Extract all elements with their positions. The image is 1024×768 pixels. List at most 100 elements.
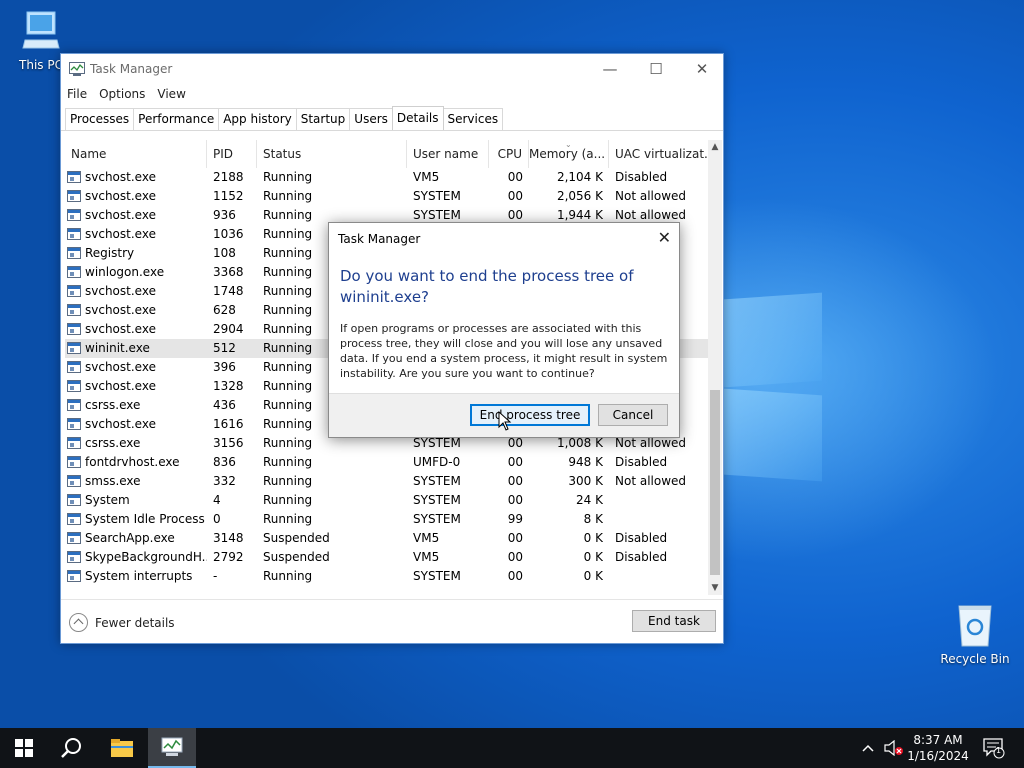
cell-user: SYSTEM [413, 189, 461, 203]
process-icon [67, 380, 81, 392]
notification-count: 1 [996, 746, 1002, 755]
process-icon [67, 361, 81, 373]
taskbar: 8:37 AM 1/16/2024 1 [0, 728, 1024, 768]
scroll-up-icon[interactable]: ▲ [708, 140, 722, 154]
cell-mem: 2,104 K [556, 170, 603, 184]
process-icon [67, 570, 81, 582]
tab-details[interactable]: Details [391, 106, 444, 130]
action-center-button[interactable]: 1 [982, 728, 1006, 768]
table-row[interactable]: System interrupts - Running SYSTEM 00 0 K [65, 567, 708, 586]
cell-uac: Disabled [615, 170, 668, 184]
table-row[interactable]: svchost.exe 2188 Running VM5 00 2,104 K Disabl… [65, 168, 708, 187]
title-bar[interactable]: Task Manager — ☐ ✕ [61, 54, 723, 84]
column-pid[interactable]: PID [207, 140, 257, 168]
cell-pid: 1748 [213, 284, 244, 298]
column-name[interactable]: Name [65, 140, 207, 168]
table-row[interactable]: SearchApp.exe 3148 Suspended VM5 00 0 K Disabl… [65, 529, 708, 548]
file-explorer-button[interactable] [98, 728, 146, 768]
menu-options[interactable]: Options [93, 84, 151, 101]
vertical-scrollbar[interactable]: ▲ ▼ [708, 140, 722, 595]
cell-pid: 3156 [213, 436, 244, 450]
process-icon [67, 532, 81, 544]
volume-button[interactable] [884, 728, 904, 768]
tab-app-history[interactable]: App history [218, 108, 297, 130]
tab-performance[interactable]: Performance [133, 108, 220, 130]
cell-name: SkypeBackgroundH... [85, 550, 207, 564]
table-row[interactable]: SkypeBackgroundH... 2792 Suspended VM5 00 0 K… [65, 548, 708, 567]
clock[interactable]: 8:37 AM 1/16/2024 [902, 732, 974, 764]
wallpaper-pane [724, 388, 822, 482]
column-uac-virtualization[interactable]: UAC virtualizat... [609, 140, 708, 168]
cell-pid: 512 [213, 341, 236, 355]
cell-pid: 332 [213, 474, 236, 488]
cell-pid: 2904 [213, 322, 244, 336]
cell-mem: 24 K [576, 493, 603, 507]
cell-cpu: 00 [507, 455, 523, 469]
cell-name: csrss.exe [85, 398, 141, 412]
cell-mem: 0 K [583, 550, 603, 564]
dialog-close-icon[interactable]: ✕ [658, 228, 671, 247]
cell-cpu: 00 [507, 189, 523, 203]
process-icon [67, 437, 81, 449]
scrollbar-thumb[interactable] [710, 390, 720, 575]
show-hidden-icons-button[interactable] [862, 728, 874, 768]
table-row[interactable]: svchost.exe 1152 Running SYSTEM 00 2,056 K Not… [65, 187, 708, 206]
column-status[interactable]: Status [257, 140, 407, 168]
fewer-details-label: Fewer details [95, 615, 175, 630]
menu-file[interactable]: File [61, 84, 93, 101]
search-button[interactable] [48, 728, 96, 768]
process-icon [67, 228, 81, 240]
close-button[interactable]: ✕ [679, 54, 725, 84]
cell-status: Running [263, 493, 313, 507]
table-row[interactable]: System 4 Running SYSTEM 00 24 K [65, 491, 708, 510]
cancel-button[interactable]: Cancel [598, 404, 668, 426]
minimize-button[interactable]: — [587, 54, 633, 84]
table-header: Name PID Status User name CPU Memory (a.… [65, 140, 708, 168]
cell-cpu: 00 [507, 531, 523, 545]
process-icon [67, 209, 81, 221]
cell-status: Running [263, 189, 313, 203]
sort-indicator-icon: ⌄ [565, 140, 572, 149]
table-row[interactable]: smss.exe 332 Running SYSTEM 00 300 K Not allow… [65, 472, 708, 491]
end-task-button[interactable]: End task [632, 610, 716, 632]
computer-icon [21, 10, 61, 54]
cell-user: SYSTEM [413, 569, 461, 583]
tab-startup[interactable]: Startup [295, 108, 351, 130]
task-manager-taskbar-button[interactable] [148, 728, 196, 768]
fewer-details-button[interactable]: Fewer details [69, 613, 175, 632]
cell-uac: Disabled [615, 531, 668, 545]
menu-view[interactable]: View [151, 84, 191, 101]
cell-name: Registry [85, 246, 135, 260]
table-row[interactable]: System Idle Process 0 Running SYSTEM 99 8 K [65, 510, 708, 529]
cell-name: svchost.exe [85, 417, 156, 431]
cell-pid: 1036 [213, 227, 244, 241]
cell-uac [615, 510, 708, 529]
table-row[interactable]: fontdrvhost.exe 836 Running UMFD-0 00 948 K Di… [65, 453, 708, 472]
cell-name: svchost.exe [85, 303, 156, 317]
column-user-name[interactable]: User name [407, 140, 489, 168]
column-cpu[interactable]: CPU [489, 140, 529, 168]
cell-status: Running [263, 512, 313, 526]
tab-users[interactable]: Users [349, 108, 393, 130]
scroll-down-icon[interactable]: ▼ [708, 581, 722, 595]
cell-name: System interrupts [85, 569, 193, 583]
start-button[interactable] [0, 728, 48, 768]
cell-cpu: 00 [507, 569, 523, 583]
tab-divider [61, 130, 723, 131]
tab-processes[interactable]: Processes [65, 108, 135, 130]
cell-status: Suspended [263, 550, 330, 564]
cell-status: Running [263, 170, 313, 184]
process-icon [67, 190, 81, 202]
cell-pid: 936 [213, 208, 236, 222]
end-process-tree-button[interactable]: End process tree [470, 404, 590, 426]
menu-bar: File Options View [61, 84, 723, 106]
notification-icon [983, 738, 1005, 759]
desktop-icon-recycle-bin[interactable]: Recycle Bin [940, 602, 1010, 666]
task-manager-icon [69, 62, 85, 76]
cell-name: svchost.exe [85, 208, 156, 222]
cell-name: svchost.exe [85, 379, 156, 393]
maximize-button[interactable]: ☐ [633, 54, 679, 84]
cell-user: SYSTEM [413, 493, 461, 507]
process-icon [67, 342, 81, 354]
tab-services[interactable]: Services [442, 108, 504, 130]
